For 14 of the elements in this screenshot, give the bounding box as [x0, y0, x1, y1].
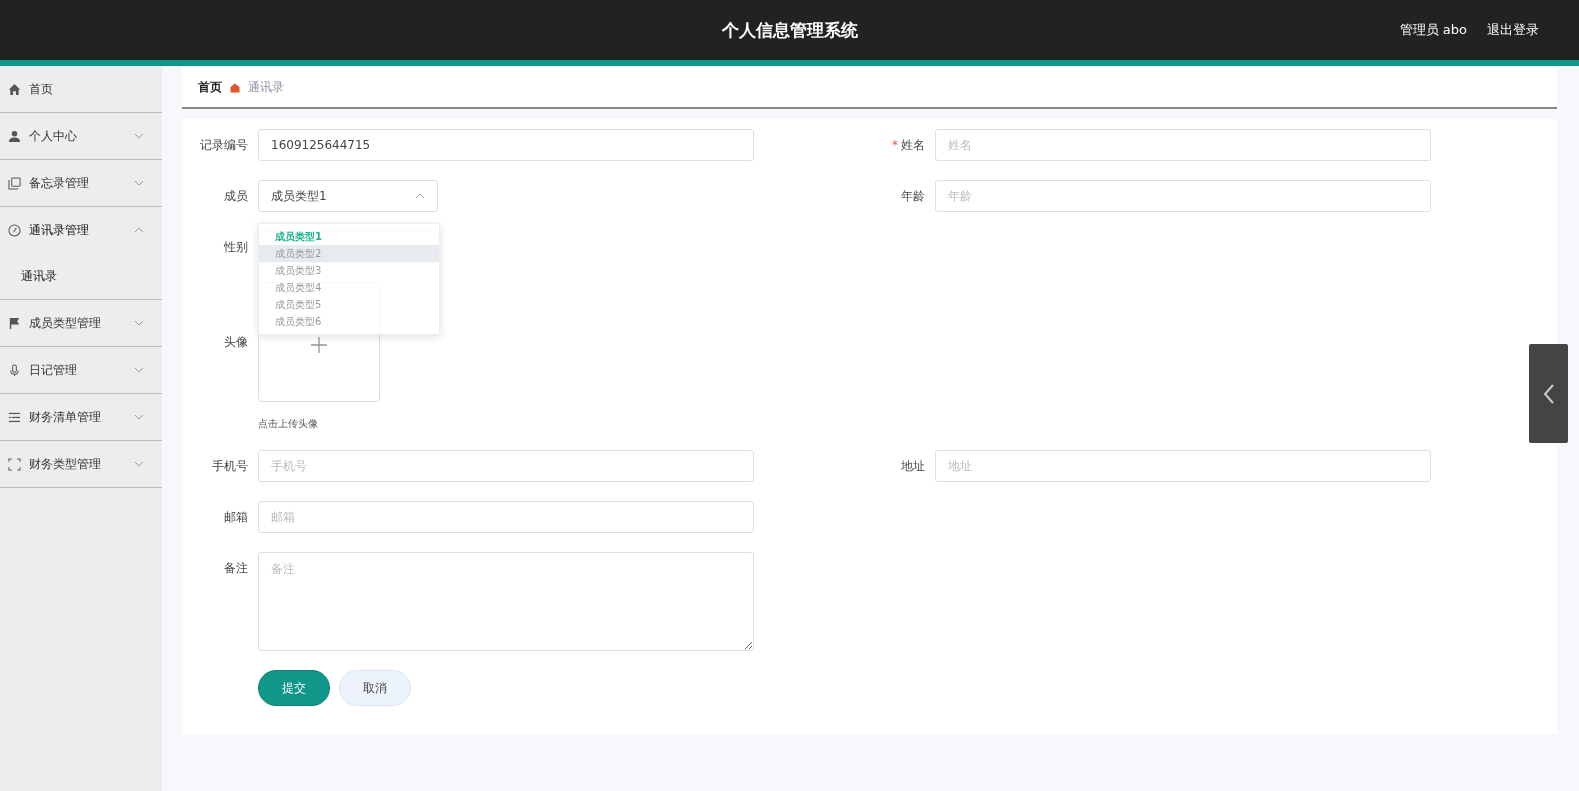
field-label: 性别 [224, 238, 248, 256]
field-label: 备注 [224, 559, 248, 577]
field-label: 地址 [901, 457, 925, 475]
upload-hint: 点击上传头像 [258, 417, 319, 431]
field-label: 年龄 [901, 187, 925, 205]
user-name: 管理员 abo [1399, 21, 1467, 39]
field-label: 记录编号 [200, 136, 248, 154]
field-label: 邮箱 [224, 508, 248, 526]
app-title: 个人信息管理系统 [721, 18, 858, 42]
field-label: 手机号 [212, 457, 248, 475]
field-label: 成员 [224, 187, 248, 205]
required-mark: * [892, 138, 898, 152]
field-label: 头像 [224, 333, 248, 351]
field-label: 姓名 [901, 136, 925, 154]
